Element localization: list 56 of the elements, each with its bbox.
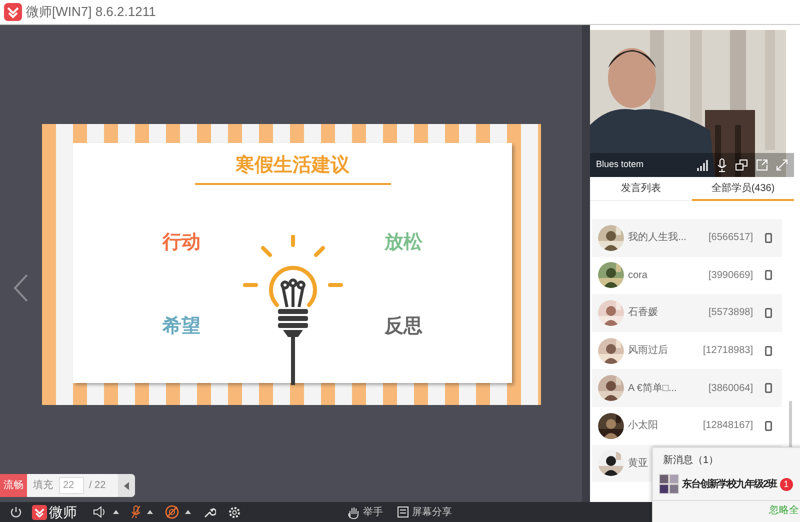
slide-title: 寒假生活建议: [194, 152, 390, 184]
notification-title: 新消息（1）: [663, 454, 720, 468]
toolbar-button[interactable]: 举手: [347, 504, 383, 520]
toolbar-button[interactable]: 屏幕分享: [397, 504, 452, 520]
student-id: [12718983]: [702, 344, 753, 358]
phone-icon: [765, 308, 772, 318]
student-id: [12848167]: [702, 419, 753, 434]
fullscreen-icon[interactable]: [776, 159, 788, 171]
speaker-icon[interactable]: [93, 506, 107, 518]
left-triangle-icon: [124, 482, 129, 490]
popout-icon[interactable]: [756, 159, 768, 171]
window-title: 微师[WIN7] 8.6.2.1211: [26, 3, 156, 22]
student-id: [5573898]: [708, 306, 753, 320]
app-logo-text: 微师: [49, 505, 77, 519]
signal-bars-icon: [697, 160, 709, 170]
tab[interactable]: 全部学员(436): [692, 177, 794, 201]
student-name: cora: [628, 268, 648, 283]
collapse-button[interactable]: [118, 474, 135, 497]
caret-icon[interactable]: [185, 510, 191, 514]
student-name: 我的人生我...: [628, 230, 686, 246]
slide-keyword: 希望: [162, 314, 200, 339]
phone-icon: [765, 420, 772, 431]
student-name: 石香媛: [628, 306, 658, 320]
participant-name: Blues totem: [596, 158, 644, 172]
group-name[interactable]: 东台创新学校九年级2班: [682, 476, 777, 492]
hand-icon: [347, 506, 360, 518]
student-id: [6566517]: [708, 231, 753, 246]
phone-icon: [765, 232, 772, 243]
app-logo-icon: [32, 504, 47, 520]
student-name: 黄亚: [628, 456, 648, 471]
quality-button[interactable]: 流畅: [0, 474, 27, 497]
unread-count: 1: [780, 478, 793, 490]
phone-icon: [765, 346, 772, 356]
student-name: A €简单□...: [628, 382, 677, 396]
student-id: [3860064]: [708, 382, 753, 396]
student-name: 小太阳: [628, 418, 658, 434]
caret-icon[interactable]: [147, 510, 153, 514]
student-id: [3990669]: [708, 268, 753, 283]
slide-keyword: 反思: [384, 314, 422, 339]
app-logo-icon: [4, 3, 22, 21]
previous-slide-icon[interactable]: [12, 273, 30, 303]
settings-icon[interactable]: [228, 506, 241, 518]
phone-icon: [765, 383, 772, 394]
swap-view-icon[interactable]: [735, 159, 748, 171]
phone-icon: [765, 270, 772, 280]
camera-icon[interactable]: [165, 505, 179, 519]
slide-keyword: 放松: [384, 230, 422, 254]
tab[interactable]: 发言列表: [590, 177, 692, 201]
power-icon[interactable]: [10, 506, 22, 518]
page-total: / 22: [89, 479, 106, 493]
student-name: 风雨过后: [628, 344, 668, 358]
slide-keyword: 行动: [162, 230, 200, 254]
microphone-icon[interactable]: [717, 158, 727, 172]
caret-icon[interactable]: [113, 510, 119, 514]
display-mode-label: 填充: [33, 478, 53, 493]
screen-icon: [397, 506, 409, 518]
